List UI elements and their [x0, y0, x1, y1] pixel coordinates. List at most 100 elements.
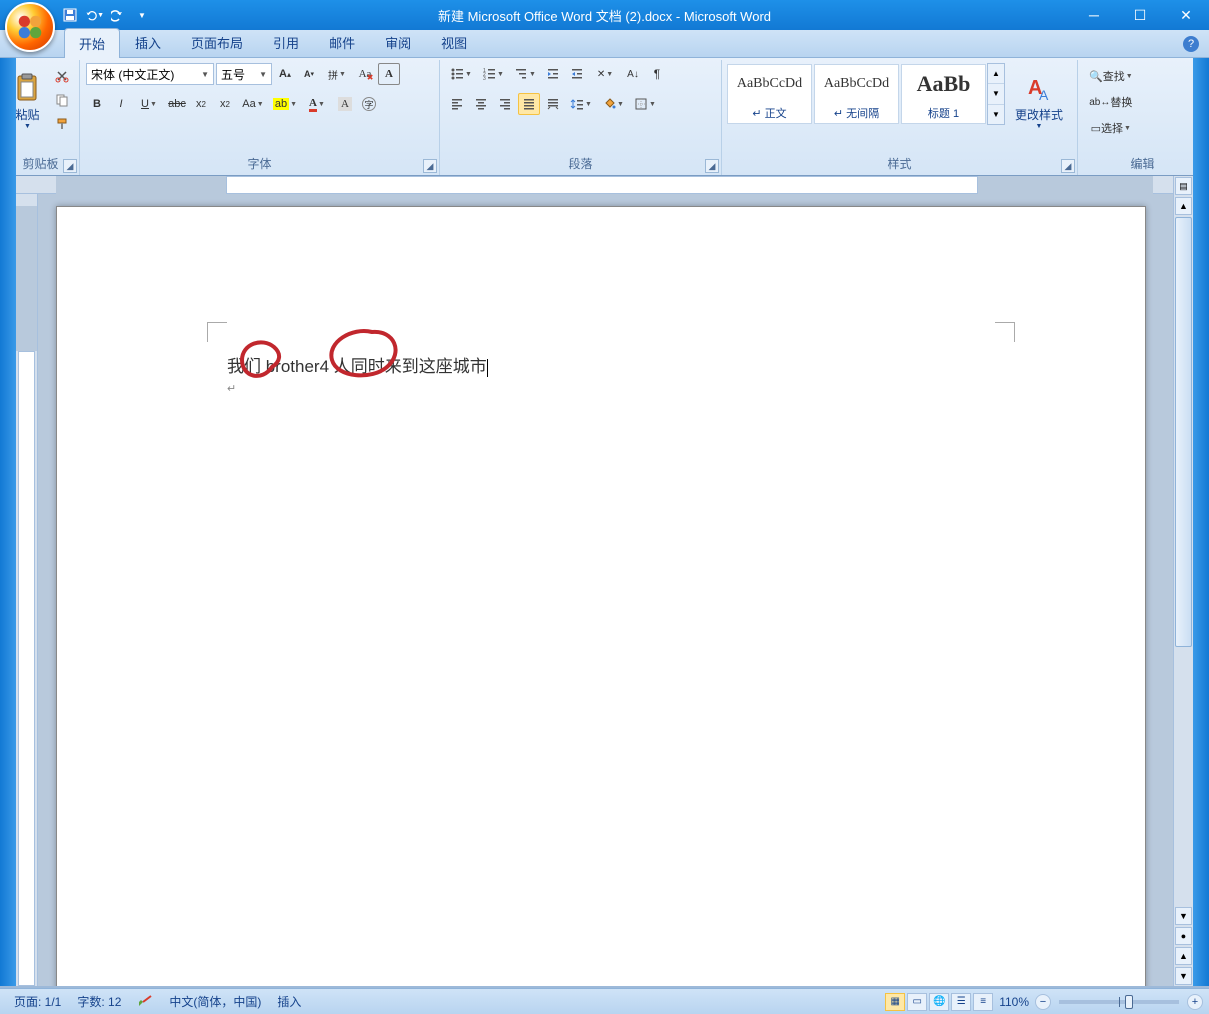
- justify-button[interactable]: [518, 93, 540, 115]
- gallery-up[interactable]: ▲: [988, 64, 1004, 84]
- shading-button[interactable]: ▼: [598, 93, 628, 115]
- save-button[interactable]: [60, 5, 80, 25]
- sort-button[interactable]: A↓: [622, 63, 644, 85]
- show-marks-button[interactable]: ¶: [646, 63, 668, 85]
- multilevel-button[interactable]: ▼: [510, 63, 540, 85]
- gallery-down[interactable]: ▼: [988, 84, 1004, 104]
- select-button[interactable]: ▭选择▼: [1084, 117, 1138, 139]
- align-center-button[interactable]: [470, 93, 492, 115]
- close-button[interactable]: ✕: [1163, 0, 1209, 30]
- change-styles-button[interactable]: AA 更改样式 ▼: [1009, 63, 1069, 139]
- document-text[interactable]: 我们 brother4 人同时来到这座城市: [227, 352, 488, 377]
- bullets-button[interactable]: ▼: [446, 63, 476, 85]
- inc-indent-button[interactable]: [566, 63, 588, 85]
- font-launcher[interactable]: ◢: [423, 159, 437, 173]
- clipboard-launcher[interactable]: ◢: [63, 159, 77, 173]
- format-painter-button[interactable]: [51, 113, 73, 135]
- copy-button[interactable]: [51, 89, 73, 111]
- group-styles: AaBbCcDd ↵ 正文 AaBbCcDd ↵ 无间隔 AaBb 标题 1 ▲…: [722, 60, 1078, 175]
- highlight-button[interactable]: ab▼: [270, 93, 300, 115]
- ruler-toggle[interactable]: ▤: [1175, 177, 1192, 195]
- scroll-track[interactable]: [1174, 216, 1193, 906]
- grow-font-button[interactable]: A▴: [274, 63, 296, 85]
- undo-button[interactable]: ▼: [84, 5, 104, 25]
- scroll-down[interactable]: ▼: [1175, 907, 1192, 925]
- font-size-combo[interactable]: 五号▼: [216, 63, 272, 85]
- scroll-up[interactable]: ▲: [1175, 197, 1192, 215]
- align-left-button[interactable]: [446, 93, 468, 115]
- next-page[interactable]: ▼: [1175, 967, 1192, 985]
- style-gallery[interactable]: AaBbCcDd ↵ 正文 AaBbCcDd ↵ 无间隔 AaBb 标题 1 ▲…: [726, 63, 1005, 125]
- zoom-out-button[interactable]: −: [1035, 994, 1051, 1010]
- view-full-screen[interactable]: ▭: [907, 993, 927, 1011]
- redo-button[interactable]: [108, 5, 128, 25]
- font-name-combo[interactable]: 宋体 (中文正文)▼: [86, 63, 214, 85]
- view-web-layout[interactable]: 🌐: [929, 993, 949, 1011]
- tab-insert[interactable]: 插入: [120, 27, 176, 57]
- tab-view[interactable]: 视图: [426, 27, 482, 57]
- cut-button[interactable]: [51, 65, 73, 87]
- underline-button[interactable]: U▼: [134, 93, 164, 115]
- style-heading1[interactable]: AaBb 标题 1: [901, 64, 986, 124]
- gallery-more[interactable]: ▼: [988, 105, 1004, 124]
- zoom-level[interactable]: 110%: [995, 995, 1033, 1009]
- scroll-thumb[interactable]: [1175, 217, 1192, 647]
- view-outline[interactable]: ☰: [951, 993, 971, 1011]
- style-nospacing[interactable]: AaBbCcDd ↵ 无间隔: [814, 64, 899, 124]
- maximize-button[interactable]: ☐: [1117, 0, 1163, 30]
- zoom-slider[interactable]: [1059, 1000, 1179, 1004]
- zoom-in-button[interactable]: +: [1187, 994, 1203, 1010]
- help-button[interactable]: ?: [1183, 36, 1199, 52]
- vertical-scrollbar[interactable]: ▤ ▲ ▼ ● ▲ ▼: [1173, 176, 1193, 986]
- browse-object[interactable]: ●: [1175, 927, 1192, 945]
- document-page[interactable]: 我们 brother4 人同时来到这座城市 ↵: [56, 206, 1146, 986]
- replace-button[interactable]: ab↔替换: [1084, 91, 1138, 113]
- document-viewport[interactable]: 我们 brother4 人同时来到这座城市 ↵: [16, 176, 1173, 986]
- horizontal-ruler[interactable]: [16, 176, 1173, 194]
- tab-mailings[interactable]: 邮件: [314, 27, 370, 57]
- find-button[interactable]: 🔍查找▼: [1084, 65, 1138, 87]
- enclose-char-button[interactable]: 字: [358, 93, 380, 115]
- char-shading-button[interactable]: A: [334, 93, 356, 115]
- view-draft[interactable]: ≡: [973, 993, 993, 1011]
- shrink-font-button[interactable]: A▾: [298, 63, 320, 85]
- numbering-button[interactable]: 123▼: [478, 63, 508, 85]
- line-spacing-button[interactable]: ▼: [566, 93, 596, 115]
- align-right-button[interactable]: [494, 93, 516, 115]
- superscript-button[interactable]: x2: [214, 93, 236, 115]
- select-label: 选择: [1101, 120, 1123, 136]
- vertical-ruler[interactable]: [16, 194, 38, 986]
- paragraph-launcher[interactable]: ◢: [705, 159, 719, 173]
- font-color-button[interactable]: A▼: [302, 93, 332, 115]
- prev-page[interactable]: ▲: [1175, 947, 1192, 965]
- view-print-layout[interactable]: ▦: [885, 993, 905, 1011]
- status-page[interactable]: 页面: 1/1: [6, 993, 69, 1010]
- change-case-button[interactable]: Aa▼: [238, 93, 268, 115]
- tab-layout[interactable]: 页面布局: [176, 27, 258, 57]
- zoom-handle[interactable]: [1125, 995, 1133, 1009]
- minimize-button[interactable]: ─: [1071, 0, 1117, 30]
- dec-indent-button[interactable]: [542, 63, 564, 85]
- tab-home[interactable]: 开始: [64, 28, 120, 58]
- borders-button[interactable]: ▼: [630, 93, 660, 115]
- clear-format-button[interactable]: Aa✖: [354, 63, 376, 85]
- subscript-button[interactable]: x2: [190, 93, 212, 115]
- distributed-button[interactable]: [542, 93, 564, 115]
- styles-launcher[interactable]: ◢: [1061, 159, 1075, 173]
- status-mode[interactable]: 插入: [269, 993, 309, 1010]
- asian-layout-button[interactable]: ✕▼: [590, 63, 620, 85]
- tab-review[interactable]: 审阅: [370, 27, 426, 57]
- paste-button[interactable]: 粘贴 ▼: [6, 63, 49, 139]
- status-words[interactable]: 字数: 12: [69, 993, 129, 1010]
- strikethrough-button[interactable]: abc: [166, 93, 188, 115]
- status-language[interactable]: 中文(简体，中国): [161, 993, 269, 1010]
- style-normal[interactable]: AaBbCcDd ↵ 正文: [727, 64, 812, 124]
- phonetic-guide-button[interactable]: 拼▼: [322, 63, 352, 85]
- tab-references[interactable]: 引用: [258, 27, 314, 57]
- char-border-button[interactable]: A: [378, 63, 400, 85]
- office-button[interactable]: [5, 2, 55, 52]
- qat-customize[interactable]: ▼: [132, 5, 152, 25]
- bold-button[interactable]: B: [86, 93, 108, 115]
- status-proofing[interactable]: [129, 994, 161, 1010]
- italic-button[interactable]: I: [110, 93, 132, 115]
